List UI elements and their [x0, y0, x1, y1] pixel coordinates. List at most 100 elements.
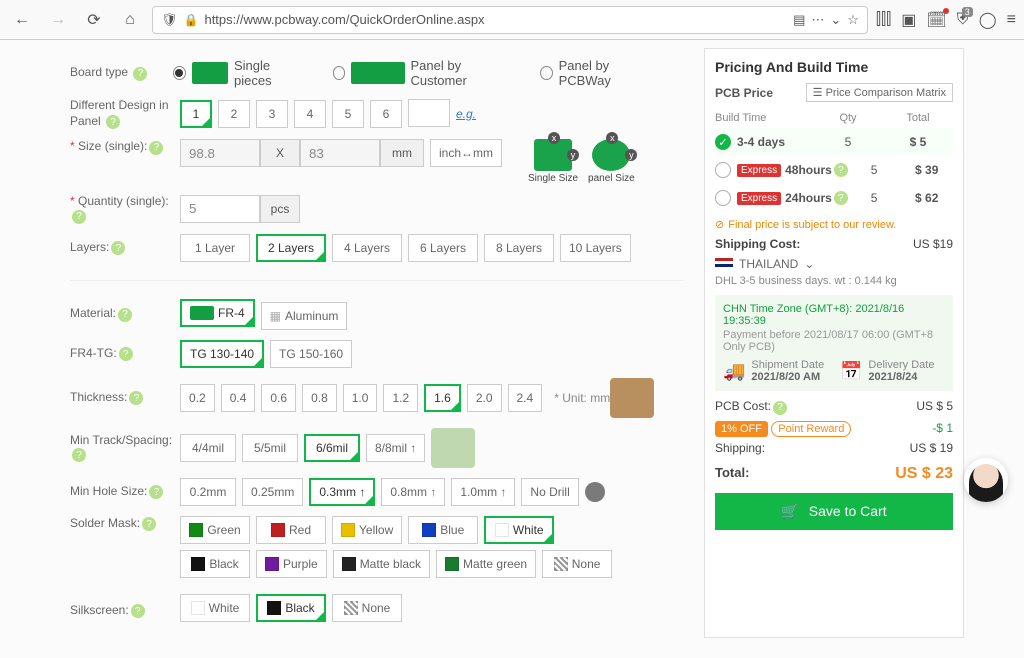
help-icon[interactable]: ?	[773, 401, 787, 415]
review-notice: ⊘ Final price is subject to our review.	[715, 218, 953, 231]
unit-toggle[interactable]: inch↔mm	[430, 139, 502, 167]
solder-opts-opt[interactable]: Matte green	[436, 550, 536, 578]
pcb-cost-value: US $ 5	[916, 399, 953, 415]
track-opts-opt[interactable]: 6/6mil	[304, 434, 360, 462]
material-opt[interactable]: FR-4	[180, 299, 255, 327]
library-icon[interactable]: ⫿⫿⫿	[876, 11, 891, 29]
solder-opts-opt[interactable]: Yellow	[332, 516, 402, 544]
material-opt[interactable]: ▦Aluminum	[261, 302, 348, 330]
solder-opts-opt[interactable]: Green	[180, 516, 250, 544]
solder-opts-opt[interactable]: White	[484, 516, 554, 544]
hole-opts-opt[interactable]: 0.8mm ↑	[381, 478, 445, 506]
diff-design-num[interactable]: 5	[332, 100, 364, 128]
hole-opts-opt[interactable]: No Drill	[521, 478, 578, 506]
diff-design-num[interactable]: 1	[180, 100, 212, 128]
back-button[interactable]: ←	[8, 6, 36, 34]
price-row[interactable]: ✓3-4 days 5$ 5	[715, 128, 953, 156]
eg-link[interactable]: e.g.	[456, 107, 476, 121]
layers-opts-opt[interactable]: 4 Layers	[332, 234, 402, 262]
silk-opts-opt[interactable]: Black	[256, 594, 326, 622]
account-icon[interactable]: ◯	[979, 10, 997, 30]
thickness-opts-opt[interactable]: 1.6	[424, 384, 461, 412]
diff-design-num[interactable]: 2	[218, 100, 250, 128]
help-icon[interactable]: ?	[142, 517, 156, 531]
hole-opts-opt[interactable]: 0.3mm ↑	[309, 478, 375, 506]
forward-button[interactable]: →	[44, 6, 72, 34]
diff-design-num[interactable]: 6	[370, 100, 402, 128]
help-icon[interactable]: ?	[129, 391, 143, 405]
more-url-icon[interactable]: ⋯	[811, 12, 824, 28]
diff-design-num[interactable]: 4	[294, 100, 326, 128]
shield-icon[interactable]: 🛡	[161, 12, 178, 28]
pocket-icon[interactable]: ⌄	[830, 12, 841, 28]
help-icon[interactable]: ?	[133, 67, 147, 81]
price-comparison-button[interactable]: ☰ Price Comparison Matrix	[806, 83, 953, 102]
thickness-opts-opt[interactable]: 0.4	[221, 384, 256, 412]
hole-row: Min Hole Size:? 0.2mm0.25mm0.3mm ↑0.8mm …	[70, 478, 684, 506]
track-opts-opt[interactable]: 8/8mil ↑	[366, 434, 425, 462]
thickness-opts-opt[interactable]: 1.2	[383, 384, 418, 412]
height-input[interactable]	[300, 139, 380, 167]
help-icon[interactable]: ?	[72, 210, 86, 224]
solder-opts-opt[interactable]: Red	[256, 516, 326, 544]
thickness-opts-opt[interactable]: 0.2	[180, 384, 215, 412]
url-bar[interactable]: 🛡 🔒 https://www.pcbway.com/QuickOrderOnl…	[152, 6, 868, 34]
reload-button[interactable]: ⟳	[80, 6, 108, 34]
help-icon[interactable]: ?	[149, 141, 163, 155]
solder-opts-opt[interactable]: Matte black	[333, 550, 430, 578]
price-row[interactable]: Express24hours ?5$ 62	[715, 184, 953, 212]
board-type-option[interactable]: Single pieces	[173, 58, 305, 88]
qty-input[interactable]	[180, 195, 260, 223]
hole-opts-opt[interactable]: 1.0mm ↑	[451, 478, 515, 506]
diff-design-custom-input[interactable]	[408, 99, 450, 127]
diff-design-num[interactable]: 3	[256, 100, 288, 128]
solder-opts-opt[interactable]: Purple	[256, 550, 327, 578]
thickness-opts-opt[interactable]: 2.0	[467, 384, 502, 412]
layers-row: Layers:? 1 Layer2 Layers4 Layers6 Layers…	[70, 234, 684, 262]
board-type-option[interactable]: Panel by Customer	[333, 58, 512, 88]
hole-opts-opt[interactable]: 0.2mm	[180, 478, 236, 506]
width-input[interactable]	[180, 139, 260, 167]
help-icon[interactable]: ?	[111, 241, 125, 255]
track-opts-opt[interactable]: 5/5mil	[242, 434, 298, 462]
help-icon[interactable]: ?	[118, 308, 132, 322]
help-icon[interactable]: ?	[119, 347, 133, 361]
help-icon[interactable]: ?	[106, 115, 120, 129]
bookmark-star-icon[interactable]: ☆	[847, 12, 859, 28]
board-type-label: Board type ?	[70, 65, 173, 81]
menu-icon[interactable]: ≡	[1007, 11, 1016, 29]
country-select[interactable]: THAILAND ⌄	[715, 257, 953, 271]
home-button[interactable]: ⌂	[116, 6, 144, 34]
thickness-opts-opt[interactable]: 0.6	[261, 384, 296, 412]
support-avatar[interactable]	[964, 458, 1008, 502]
track-opts-opt[interactable]: 4/4mil	[180, 434, 236, 462]
help-icon[interactable]: ?	[131, 604, 145, 618]
sidebar-icon[interactable]: ▣	[901, 10, 916, 30]
hole-opts-opt[interactable]: 0.25mm	[242, 478, 303, 506]
help-icon[interactable]: ?	[149, 485, 163, 499]
extensions-icon[interactable]: ⛨3	[957, 11, 969, 29]
silk-opts-opt[interactable]: White	[180, 594, 250, 622]
reward-tag[interactable]: Point Reward	[771, 421, 851, 437]
layers-opts-opt[interactable]: 6 Layers	[408, 234, 478, 262]
notif-icon[interactable]: 🗓	[926, 10, 946, 30]
thickness-opts-opt[interactable]: 0.8	[302, 384, 337, 412]
solder-opts-opt[interactable]: None	[542, 550, 612, 578]
diff-design-options: 123456 e.g.	[180, 99, 476, 128]
layers-opts-opt[interactable]: 1 Layer	[180, 234, 250, 262]
board-type-option[interactable]: Panel by PCBWay	[540, 58, 656, 88]
thickness-opts-opt[interactable]: 2.4	[508, 384, 543, 412]
reader-icon[interactable]: ▤	[793, 12, 805, 28]
layers-opts-opt[interactable]: 10 Layers	[560, 234, 631, 262]
solder-opts-opt[interactable]: Blue	[408, 516, 478, 544]
save-to-cart-button[interactable]: 🛒Save to Cart	[715, 493, 953, 530]
help-icon[interactable]: ?	[72, 448, 86, 462]
silk-opts-opt[interactable]: None	[332, 594, 402, 622]
thickness-opts-opt[interactable]: 1.0	[343, 384, 378, 412]
fr4tg-opts-opt[interactable]: TG 150-160	[270, 340, 352, 368]
solder-opts-opt[interactable]: Black	[180, 550, 250, 578]
layers-opts-opt[interactable]: 8 Layers	[484, 234, 554, 262]
price-row[interactable]: Express48hours ?5$ 39	[715, 156, 953, 184]
fr4tg-opts-opt[interactable]: TG 130-140	[180, 340, 264, 368]
layers-opts-opt[interactable]: 2 Layers	[256, 234, 326, 262]
